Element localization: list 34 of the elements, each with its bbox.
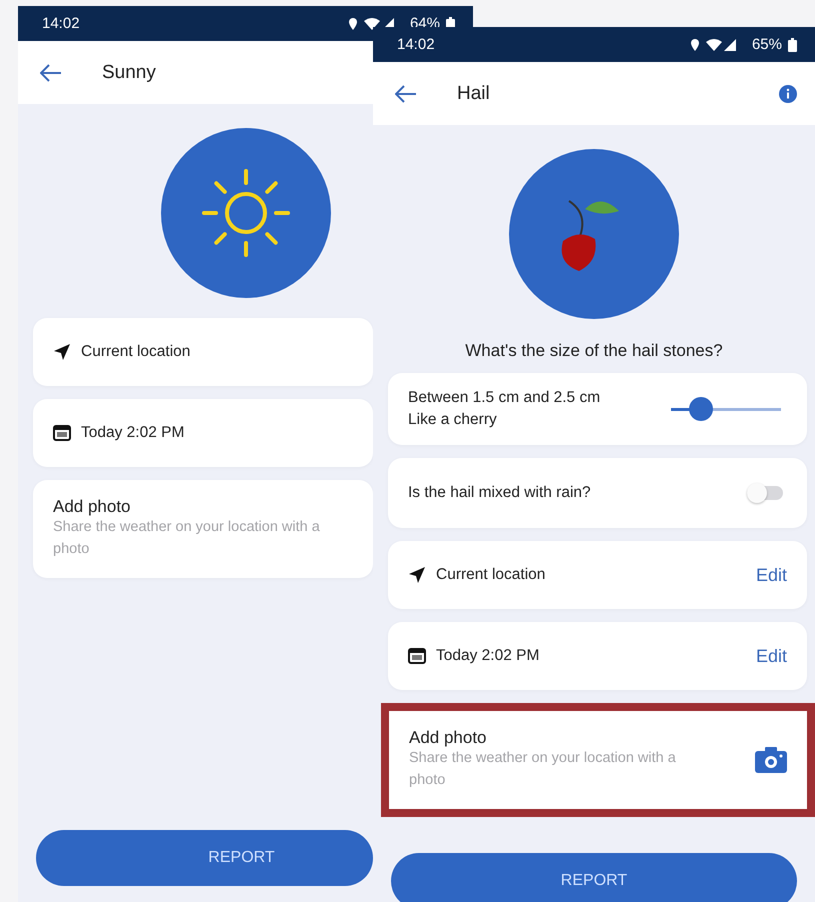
screen-title: Sunny (102, 62, 157, 84)
location-label: Current location (436, 564, 546, 585)
edit-link[interactable]: Edit (756, 564, 787, 586)
photo-card[interactable]: Add photo Share the weather on your location with a photo (389, 711, 807, 809)
photo-title: Add photo (53, 497, 132, 518)
size-description: Like a cherry (408, 410, 498, 430)
rain-question: Is the hail mixed with rain? (408, 482, 592, 503)
camera-icon[interactable] (755, 747, 787, 773)
calendar-icon (53, 425, 71, 441)
question-text: What's the size of the hail stones? (464, 341, 724, 361)
navigation-arrow-icon (53, 343, 71, 361)
photo-title: Add photo (409, 728, 488, 748)
size-label: Between 1.5 cm and 2.5 cm (408, 388, 602, 408)
status-time: 14:02 (397, 36, 436, 53)
location-label: Current location (81, 342, 192, 362)
photo-description: Share the weather on your location with a photo (409, 749, 677, 790)
edit-link[interactable]: Edit (756, 646, 787, 666)
photo-card[interactable]: Add photo Share the weather on your location with a photo (33, 480, 373, 578)
report-button[interactable]: REPORT (36, 830, 373, 886)
slider-thumb[interactable] (688, 397, 713, 421)
back-arrow-icon[interactable] (40, 64, 62, 82)
battery-icon (788, 38, 797, 52)
calendar-icon (408, 648, 426, 664)
screen-title: Hail (457, 82, 491, 104)
date-label: Today 2:02 PM (436, 646, 540, 666)
rain-switch[interactable] (747, 486, 783, 500)
navigation-arrow-icon (408, 566, 426, 584)
info-icon[interactable] (779, 84, 797, 102)
report-button[interactable]: REPORT (391, 853, 797, 902)
date-label: Today 2:02 PM (81, 422, 186, 443)
photo-description: Share the weather on your location with a photo (53, 518, 321, 559)
back-arrow-icon[interactable] (395, 84, 417, 102)
status-time: 14:02 (42, 15, 81, 32)
battery-percent: 65% (752, 36, 782, 53)
